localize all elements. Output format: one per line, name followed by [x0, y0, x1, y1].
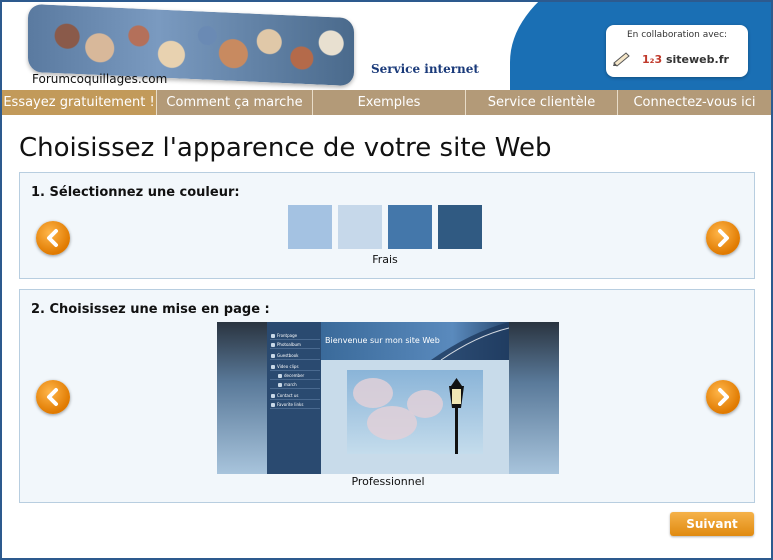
color-swatch-2[interactable]	[338, 205, 382, 249]
nav-item-service[interactable]: Service clientèle	[466, 90, 618, 115]
partner-logo-name: siteweb.fr	[665, 53, 729, 66]
pen-icon	[613, 52, 630, 67]
chevron-left-icon	[47, 229, 58, 247]
chevron-right-icon	[718, 229, 729, 247]
chevron-right-icon	[718, 388, 729, 406]
color-swatch-3[interactable]	[388, 205, 432, 249]
page-title: Choisissez l'apparence de votre site Web	[19, 133, 552, 163]
nav-item-connect[interactable]: Connectez-vous ici	[618, 90, 771, 115]
partner-box[interactable]: En collaboration avec: 1₂3 siteweb.fr	[606, 25, 748, 77]
site-name: Forumcoquillages.com	[32, 72, 168, 86]
main-nav: Essayez gratuitement ! Comment ça marche…	[2, 90, 771, 115]
preview-banner-title: Bienvenue sur mon site Web	[325, 336, 440, 345]
preview-right-band	[509, 322, 559, 474]
layout-preview[interactable]: Frontpage Photoalbum Guestbook Video cli…	[217, 322, 559, 474]
preview-left-band	[217, 322, 267, 474]
preview-menu-item: Contact us	[270, 392, 320, 400]
nav-item-essayez[interactable]: Essayez gratuitement !	[2, 90, 157, 115]
layout-panel: 2. Choisissez une mise en page : Frontpa…	[19, 289, 755, 503]
header: Forumcoquillages.com Service internet En…	[2, 2, 771, 90]
layout-next-button[interactable]	[706, 380, 740, 414]
preview-menu-subitem: december	[270, 372, 320, 380]
preview-menu-item: Favorite links	[270, 401, 320, 409]
partner-logo-prefix: 1₂3	[642, 53, 663, 66]
preview-menu-item: Guestbook	[270, 352, 320, 360]
color-swatch-1[interactable]	[288, 205, 332, 249]
app-frame: Forumcoquillages.com Service internet En…	[0, 0, 773, 560]
layout-section-heading: 2. Choisissez une mise en page :	[31, 302, 270, 317]
selected-color-name: Frais	[372, 253, 398, 266]
color-swatch-4[interactable]	[438, 205, 482, 249]
color-section-heading: 1. Sélectionnez une couleur:	[31, 185, 240, 200]
preview-menu-item: Photoalbum	[270, 341, 320, 349]
preview-menu-item: Frontpage	[270, 332, 320, 340]
preview-banner: Bienvenue sur mon site Web	[321, 322, 509, 360]
color-panel: 1. Sélectionnez une couleur: Frais	[19, 172, 755, 279]
preview-menu-item: Video clips	[270, 363, 320, 371]
preview-content: Bienvenue sur mon site Web	[321, 322, 509, 474]
next-button[interactable]: Suivant	[670, 512, 754, 536]
lamp-post-icon	[449, 378, 464, 454]
preview-photo	[347, 370, 483, 454]
nav-item-exemples[interactable]: Exemples	[313, 90, 466, 115]
preview-sidenav: Frontpage Photoalbum Guestbook Video cli…	[267, 322, 321, 474]
partner-box-title: En collaboration avec:	[626, 30, 728, 40]
selected-layout-name: Professionnel	[351, 475, 425, 488]
preview-menu-subitem: march	[270, 381, 320, 389]
color-prev-button[interactable]	[36, 221, 70, 255]
layout-prev-button[interactable]	[36, 380, 70, 414]
partner-logo: 1₂3 siteweb.fr	[642, 53, 729, 66]
color-next-button[interactable]	[706, 221, 740, 255]
nav-item-comment[interactable]: Comment ça marche	[157, 90, 313, 115]
service-label: Service internet	[371, 62, 479, 76]
chevron-left-icon	[47, 388, 58, 406]
